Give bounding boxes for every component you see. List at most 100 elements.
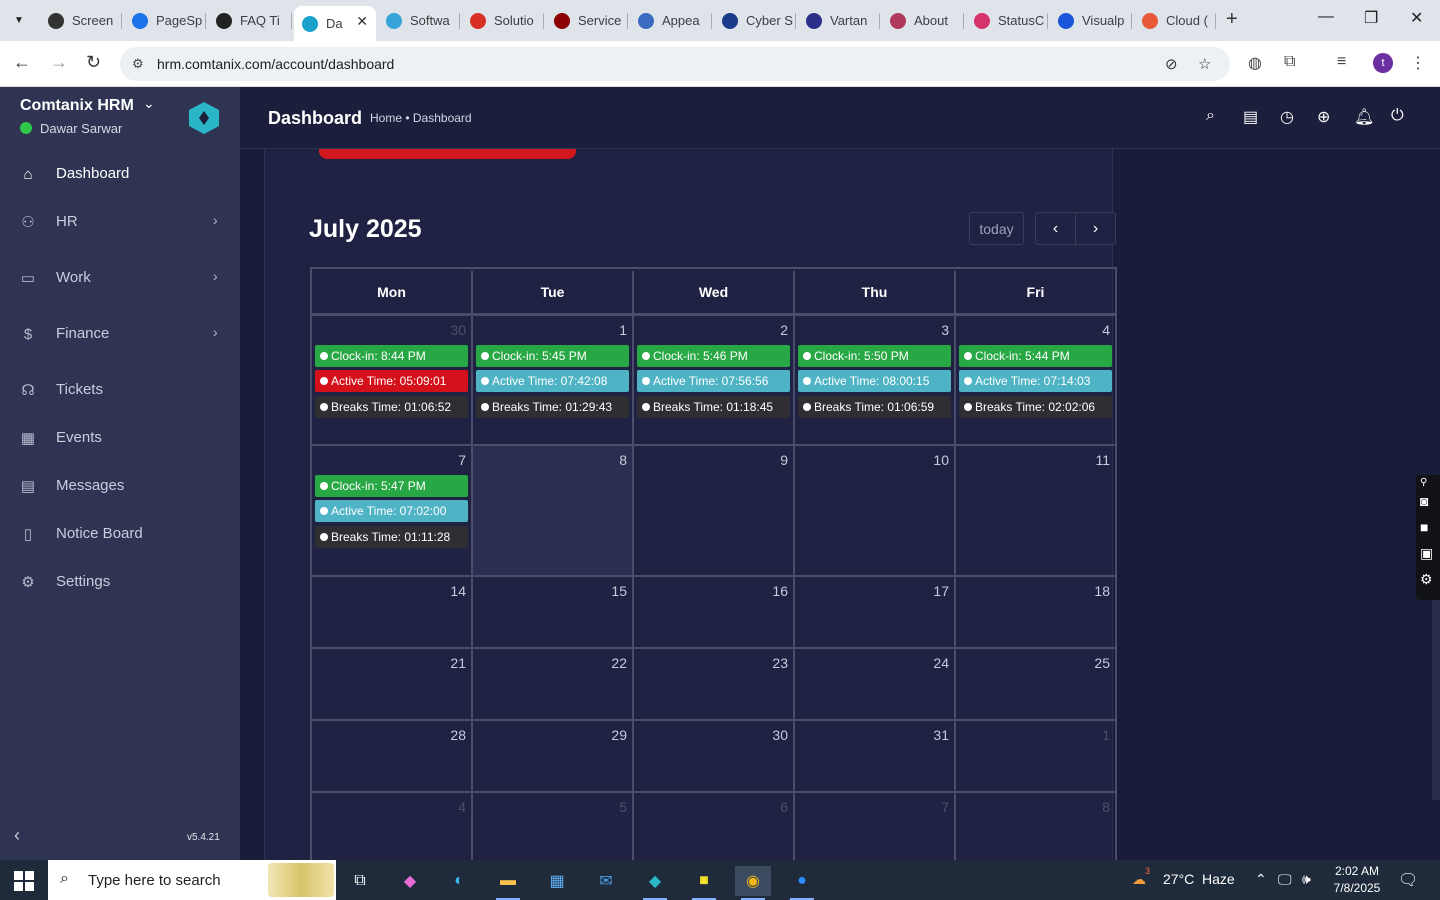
calendar-event[interactable]: Clock-in: 5:44 PM <box>959 345 1112 367</box>
settings-icon[interactable]: ⚙ <box>1420 571 1433 588</box>
day-number[interactable]: 23 <box>772 655 788 671</box>
day-number[interactable]: 25 <box>1094 655 1110 671</box>
calendar-day-cell[interactable]: 1 <box>956 721 1117 793</box>
add-circle-icon[interactable]: ⊕ <box>1317 107 1330 127</box>
file-explorer-icon[interactable]: ▬ <box>490 866 526 900</box>
network-icon[interactable]: 🖵︎ <box>1278 871 1292 888</box>
day-number[interactable]: 11 <box>1095 452 1110 468</box>
notification-icon[interactable]: 🗨︎ <box>1398 870 1418 890</box>
back-icon[interactable]: ← <box>13 52 31 73</box>
search-icon[interactable]: ⌕ <box>1206 107 1215 125</box>
day-number[interactable]: 8 <box>619 452 627 468</box>
windows-start-icon[interactable] <box>14 871 34 891</box>
media-control-icon[interactable]: ≡ <box>1337 53 1346 71</box>
notes-icon[interactable]: ▤ <box>1243 107 1258 127</box>
calendar-day-cell[interactable]: 7 Clock-in: 5:47 PM Active Time: 07:02:00 B… <box>312 446 473 577</box>
calendar-event[interactable]: Breaks Time: 01:29:43 <box>476 396 629 418</box>
day-number[interactable]: 22 <box>611 655 627 671</box>
day-number[interactable]: 4 <box>1102 322 1110 338</box>
sticky-notes-icon[interactable]: ■ <box>686 866 722 900</box>
day-number[interactable]: 16 <box>772 583 788 599</box>
calendar-event[interactable]: Clock-in: 5:47 PM <box>315 475 468 497</box>
calendar-day-cell[interactable]: 2 Clock-in: 5:46 PM Active Time: 07:56:56 B… <box>634 316 795 446</box>
video-icon[interactable]: ■ <box>1420 519 1428 535</box>
calendar-day-cell[interactable]: 18 <box>956 577 1117 649</box>
day-number[interactable]: 7 <box>458 452 466 468</box>
window-icon[interactable]: ▣ <box>1420 545 1433 562</box>
translate-icon[interactable]: ◍ <box>1248 53 1262 73</box>
day-number[interactable]: 31 <box>933 727 949 743</box>
sidebar-item-events[interactable]: ▦ Events <box>0 418 240 458</box>
day-number[interactable]: 29 <box>611 727 627 743</box>
tab-title[interactable]: Cyber S <box>746 13 793 28</box>
browser-tab[interactable]: Screen <box>40 6 122 35</box>
chevron-down-icon[interactable]: ⌄ <box>143 95 155 112</box>
volume-icon[interactable]: 🕪︎ <box>1302 871 1311 888</box>
zoom-icon[interactable]: ● <box>784 866 820 900</box>
browser-tab[interactable]: FAQ Ti <box>208 6 292 35</box>
sidebar-item-messages[interactable]: ▤ Messages <box>0 466 240 506</box>
calendar-day-cell[interactable]: 9 <box>634 446 795 577</box>
calendar-event[interactable]: Clock-in: 5:50 PM <box>798 345 951 367</box>
bookmark-star-icon[interactable]: ☆ <box>1198 55 1211 73</box>
calendar-event[interactable]: Breaks Time: 02:02:06 <box>959 396 1112 418</box>
collapse-sidebar-icon[interactable]: ‹ <box>14 825 20 846</box>
calendar-day-cell[interactable]: 5 <box>473 793 634 860</box>
next-month-button[interactable]: › <box>1075 212 1116 245</box>
tab-title[interactable]: Service <box>578 13 621 28</box>
day-number[interactable]: 1 <box>619 322 627 338</box>
calendar-day-cell[interactable]: 31 <box>795 721 956 793</box>
sidebar-item-finance[interactable]: $ Finance › <box>0 314 240 354</box>
minimize-icon[interactable]: — <box>1318 8 1334 26</box>
calendar-event[interactable]: Active Time: 07:14:03 <box>959 370 1112 392</box>
camera-icon[interactable]: ◙ <box>1420 493 1428 509</box>
calendar-day-cell[interactable]: 8 <box>473 446 634 577</box>
url-box[interactable]: ⚙ hrm.comtanix.com/account/dashboard ⊘ ☆ <box>120 47 1230 81</box>
new-tab-button[interactable]: + <box>1226 8 1238 31</box>
day-number[interactable]: 15 <box>611 583 627 599</box>
day-number[interactable]: 18 <box>1094 583 1110 599</box>
day-number[interactable]: 24 <box>933 655 949 671</box>
day-number[interactable]: 30 <box>772 727 788 743</box>
temperature[interactable]: 27°C <box>1163 871 1194 887</box>
browser-tab[interactable]: Cloud ( <box>1134 6 1216 35</box>
tab-title[interactable]: PageSp <box>156 13 202 28</box>
page-scrollbar[interactable] <box>1432 600 1440 800</box>
calendar-day-cell[interactable]: 10 <box>795 446 956 577</box>
taskbar-search[interactable]: ⌕ Type here to search <box>48 860 336 900</box>
breadcrumb[interactable]: Home • Dashboard <box>370 111 472 125</box>
store-icon[interactable]: ▦ <box>539 866 575 896</box>
sidebar-item-notice-board[interactable]: ▯ Notice Board <box>0 514 240 554</box>
browser-tab[interactable]: StatusC <box>966 6 1048 35</box>
day-number[interactable]: 4 <box>458 799 466 815</box>
sidebar-item-hr[interactable]: ⚇ HR › <box>0 202 240 242</box>
tab-title[interactable]: Cloud ( <box>1166 13 1208 28</box>
tab-title[interactable]: Solutio <box>494 13 534 28</box>
calendar-event[interactable]: Clock-in: 5:45 PM <box>476 345 629 367</box>
browser-tab[interactable]: Service <box>546 6 628 35</box>
day-number[interactable]: 7 <box>941 799 949 815</box>
calendar-event[interactable]: Active Time: 07:56:56 <box>637 370 790 392</box>
calendar-day-cell[interactable]: 22 <box>473 649 634 721</box>
calendar-event[interactable]: Active Time: 07:42:08 <box>476 370 629 392</box>
profile-avatar[interactable]: t <box>1373 53 1393 73</box>
calendar-day-cell[interactable]: 30 Clock-in: 8:44 PM Active Time: 05:09:01… <box>312 316 473 446</box>
browser-tab[interactable]: PageSp <box>124 6 206 35</box>
calendar-day-cell[interactable]: 7 <box>795 793 956 860</box>
today-button[interactable]: today <box>969 212 1024 245</box>
link-icon[interactable]: ⚲ <box>1420 477 1427 488</box>
calendar-day-cell[interactable]: 17 <box>795 577 956 649</box>
forward-icon[interactable]: → <box>50 52 68 73</box>
day-number[interactable]: 10 <box>933 452 949 468</box>
day-number[interactable]: 6 <box>780 799 788 815</box>
day-number[interactable]: 2 <box>780 322 788 338</box>
calendar-event[interactable]: Breaks Time: 01:11:28 <box>315 526 468 548</box>
calendar-day-cell[interactable]: 6 <box>634 793 795 860</box>
maximize-icon[interactable]: ❐ <box>1364 8 1378 28</box>
bell-icon[interactable]: 🔔︎ <box>1354 107 1374 127</box>
day-number[interactable]: 5 <box>619 799 627 815</box>
tab-title[interactable]: Appea <box>662 13 700 28</box>
calendar-event[interactable]: Active Time: 07:02:00 <box>315 500 468 522</box>
url-text[interactable]: hrm.comtanix.com/account/dashboard <box>157 56 394 72</box>
calendar-event[interactable]: Breaks Time: 01:06:59 <box>798 396 951 418</box>
